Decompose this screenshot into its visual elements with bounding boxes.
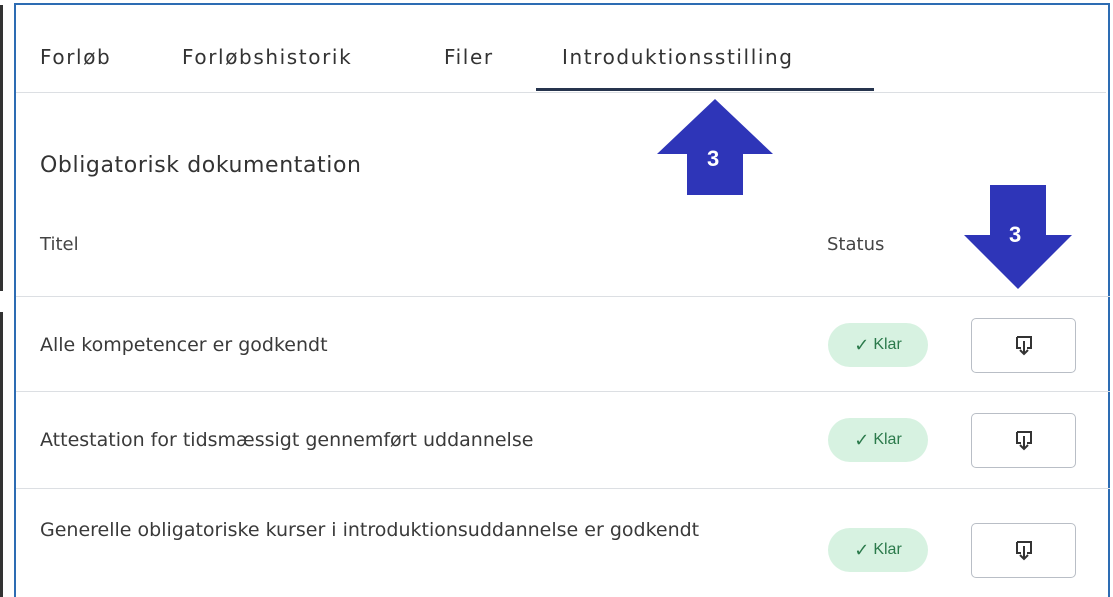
status-label: Klar (873, 336, 902, 353)
status-badge: ✓ Klar (828, 418, 928, 462)
row-divider (16, 391, 1110, 392)
status-label: Klar (873, 431, 902, 448)
download-icon (1015, 335, 1032, 355)
row-divider (16, 296, 1110, 297)
tab-forloeb[interactable]: Forløb (40, 45, 111, 69)
check-icon: ✓ (854, 539, 870, 560)
annotation-number: 3 (1009, 222, 1022, 247)
table-row-title: Generelle obligatoriske kurser i introdu… (40, 519, 700, 541)
tab-filer[interactable]: Filer (444, 45, 494, 69)
download-icon (1015, 540, 1032, 560)
tab-introduktionsstilling[interactable]: Introduktionsstilling (562, 45, 794, 69)
annotation-number: 3 (707, 146, 720, 171)
check-icon: ✓ (854, 429, 870, 450)
column-header-status: Status (827, 234, 885, 255)
download-button[interactable] (971, 318, 1076, 373)
section-title: Obligatorisk dokumentation (40, 153, 362, 178)
tab-bar: Forløb Forløbshistorik Filer Introduktio… (16, 5, 1106, 93)
download-button[interactable] (971, 523, 1076, 578)
column-header-title: Titel (40, 234, 79, 255)
table-row-title: Attestation for tidsmæssigt gennemført u… (40, 429, 534, 451)
left-edge-accent (0, 5, 3, 291)
table-row-title: Alle kompetencer er godkendt (40, 334, 328, 356)
status-badge: ✓ Klar (828, 528, 928, 572)
row-divider (16, 488, 1110, 489)
download-icon (1015, 430, 1032, 450)
check-icon: ✓ (854, 334, 870, 355)
tab-forloebshistorik[interactable]: Forløbshistorik (182, 45, 352, 69)
download-button[interactable] (971, 413, 1076, 468)
left-edge-accent (0, 312, 3, 597)
active-tab-indicator (536, 88, 874, 91)
status-badge: ✓ Klar (828, 323, 928, 367)
status-label: Klar (873, 541, 902, 558)
